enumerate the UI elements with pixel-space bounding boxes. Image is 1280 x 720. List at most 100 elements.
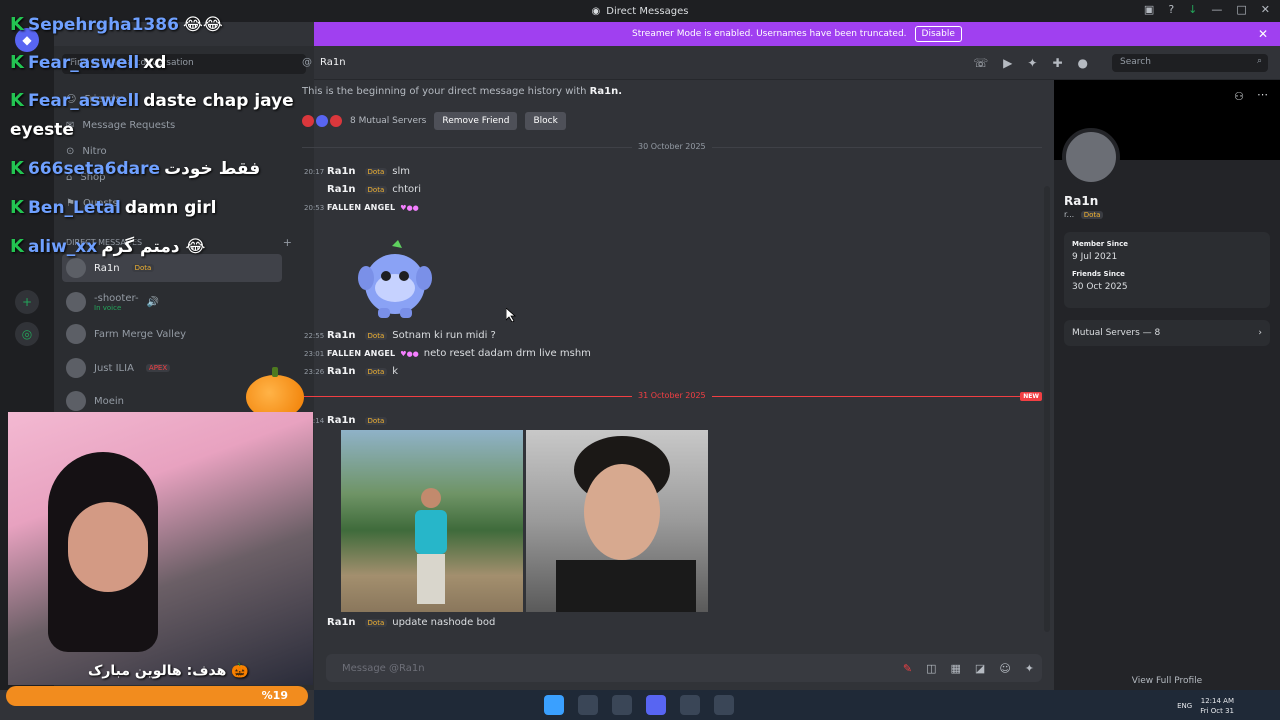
gift-icon[interactable]: ◫ <box>926 662 936 675</box>
overlay-user: 666seta6dare <box>27 158 161 179</box>
message-author[interactable]: Ra1n <box>327 617 356 628</box>
overlay-user: Sepehrgha1386 <box>27 14 179 35</box>
message-author[interactable]: FALLEN ANGEL <box>327 349 395 358</box>
goal-percent: %19 <box>261 689 288 702</box>
obs-icon[interactable] <box>714 695 734 715</box>
inbox-icon[interactable]: ▣ <box>1144 3 1154 16</box>
minimize-icon[interactable]: — <box>1211 3 1222 16</box>
dm-item-shooter[interactable]: -shooter- In voice 🔊 <box>62 288 282 316</box>
maximize-icon[interactable]: □ <box>1236 3 1246 16</box>
dm-item-just-ilia[interactable]: Just ILIA APEX <box>62 354 282 382</box>
message[interactable]: 23:26 Ra1n Dota k <box>304 366 398 377</box>
avatar <box>66 324 86 344</box>
message-author[interactable]: FALLEN ANGEL <box>327 203 395 212</box>
overlay-chat-line: K Ben_Letal damn girl <box>10 197 216 218</box>
discover-icon[interactable]: ◎ <box>15 322 39 346</box>
pin-icon[interactable]: ✦ <box>1027 56 1037 70</box>
mutual-servers-link[interactable]: 8 Mutual Servers <box>350 116 426 126</box>
add-server-icon[interactable]: + <box>15 290 39 314</box>
clock-time: 12:14 AM <box>1200 697 1234 705</box>
block-button[interactable]: Block <box>525 112 566 130</box>
message[interactable]: Ra1n Dota update nashode bod <box>304 617 495 628</box>
intro-name: Ra1n. <box>589 86 622 97</box>
timestamp: 23:26 <box>304 367 325 376</box>
composer-input[interactable]: Message @Ra1n <box>342 663 425 674</box>
nitro-boost-icon[interactable]: ✎ <box>903 662 912 675</box>
overlay-text: فقط خودت <box>164 158 261 179</box>
remove-friend-button[interactable]: Remove Friend <box>434 112 518 130</box>
banner-close-icon[interactable]: ✕ <box>1258 27 1268 41</box>
add-friend-icon[interactable]: ⚇ <box>1234 90 1244 103</box>
message-author[interactable]: Ra1n <box>327 330 356 341</box>
timestamp: 20:17 <box>304 167 325 176</box>
nav-message-requests[interactable]: ✉ Message Requests <box>66 120 175 131</box>
start-icon[interactable] <box>544 695 564 715</box>
message[interactable]: 20:17 Ra1n Dota slm <box>304 166 410 177</box>
more-options-icon[interactable]: ⋯ <box>1257 88 1268 101</box>
disable-streamer-button[interactable]: Disable <box>914 26 962 42</box>
message[interactable]: Ra1n Dota chtori <box>304 184 421 195</box>
nav-label: Message Requests <box>82 120 176 131</box>
message-author[interactable]: Ra1n <box>327 166 356 177</box>
timestamp: 20:53 <box>304 203 325 212</box>
message[interactable]: 00:14 Ra1n Dota <box>304 415 388 426</box>
language-indicator[interactable]: ENG <box>1177 702 1192 710</box>
dm-item-farm-merge-valley[interactable]: Farm Merge Valley <box>62 320 282 348</box>
profile-info-card: Member Since 9 Jul 2021 Friends Since 30… <box>1064 232 1270 308</box>
nav-nitro[interactable]: ⊙ Nitro <box>66 146 107 157</box>
kick-icon: K <box>10 52 24 73</box>
game-tag: Dota <box>364 367 388 376</box>
avatar <box>66 391 86 411</box>
message-author[interactable]: Ra1n <box>327 184 356 195</box>
dm-item-ra1n[interactable]: Ra1n Dota <box>62 254 282 282</box>
window-title: Direct Messages <box>606 5 689 17</box>
message[interactable]: 23:01 FALLEN ANGEL ♥●● neto reset dadam … <box>304 348 591 359</box>
chrome-icon[interactable] <box>612 695 632 715</box>
file-explorer-icon[interactable] <box>578 695 598 715</box>
wumpus-sticker[interactable] <box>356 238 434 320</box>
overlay-chat-line: K Fear_aswell xd <box>10 52 166 73</box>
clock[interactable]: 12:14 AM Fri Oct 31 <box>1200 696 1234 716</box>
banner-text: Streamer Mode is enabled. Usernames have… <box>632 29 907 39</box>
message-author[interactable]: Ra1n <box>327 415 356 426</box>
photo-attachment-landscape[interactable] <box>341 430 523 612</box>
profile-toggle-icon[interactable]: ● <box>1078 56 1088 70</box>
chat-header-name: Ra1n <box>320 57 346 68</box>
download-icon[interactable]: ↓ <box>1188 3 1197 16</box>
message[interactable]: 20:53 FALLEN ANGEL ♥●● <box>304 203 419 212</box>
steam-icon[interactable] <box>680 695 700 715</box>
voice-call-icon[interactable]: ☏ <box>973 56 988 70</box>
view-full-profile-link[interactable]: View Full Profile <box>1054 676 1280 686</box>
message-author[interactable]: Ra1n <box>327 366 356 377</box>
help-icon[interactable]: ? <box>1168 3 1174 16</box>
discord-icon[interactable] <box>646 695 666 715</box>
message[interactable]: 22:55 Ra1n Dota Sotnam ki run midi ? <box>304 330 496 341</box>
chat-scrollbar[interactable] <box>1044 186 1050 632</box>
close-window-icon[interactable]: ✕ <box>1261 3 1270 16</box>
overlay-user: Fear_aswell <box>27 52 140 73</box>
timestamp: 22:55 <box>304 331 325 340</box>
game-tag: Dota <box>364 167 388 176</box>
streamer-face <box>68 502 148 592</box>
message-composer[interactable]: Message @Ra1n ✎ ◫ ▦ ◪ ☺ ✦ <box>326 654 1042 682</box>
kick-icon: K <box>10 236 24 257</box>
member-since-label: Member Since <box>1072 240 1128 248</box>
sticker-icon[interactable]: ◪ <box>975 662 985 675</box>
photo-attachment-portrait[interactable] <box>526 430 708 612</box>
chat-search-input[interactable]: Search ⌕ <box>1112 54 1268 72</box>
add-friends-icon[interactable]: ✚ <box>1052 56 1062 70</box>
gif-icon[interactable]: ▦ <box>951 662 961 675</box>
image-attachments <box>341 430 708 612</box>
apps-icon[interactable]: ✦ <box>1025 662 1034 675</box>
mutual-server-avatars <box>302 115 342 127</box>
mutual-servers-row[interactable]: Mutual Servers — 8 › <box>1064 320 1270 346</box>
streamer-mode-banner: Streamer Mode is enabled. Usernames have… <box>314 22 1280 46</box>
emoji-icon[interactable]: ☺ <box>999 662 1010 675</box>
video-call-icon[interactable]: ▶ <box>1003 56 1012 70</box>
overlay-text: daste chap jaye <box>143 90 294 111</box>
kick-icon: K <box>10 158 24 179</box>
overlay-chat-line: K aliw_xx دمتم گرم 😂 <box>10 236 205 257</box>
create-dm-icon[interactable]: + <box>283 236 292 249</box>
profile-avatar[interactable] <box>1062 128 1120 186</box>
chat-header: @ Ra1n ☏ ▶ ✦ ✚ ● Search ⌕ <box>302 46 1280 80</box>
